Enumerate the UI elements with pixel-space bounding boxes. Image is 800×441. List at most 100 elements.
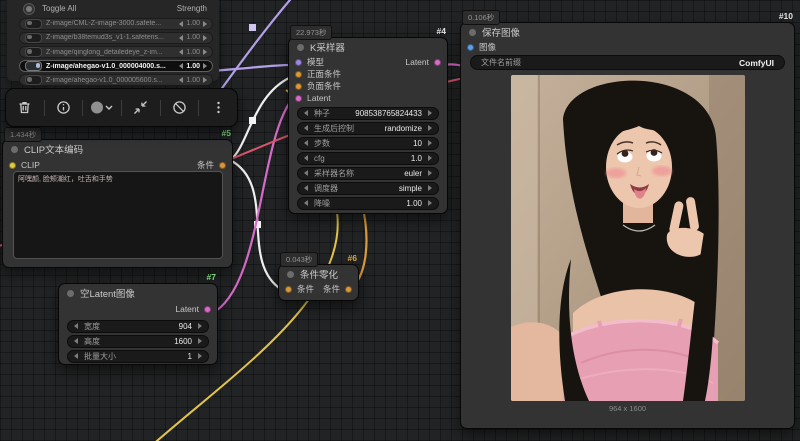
denoise-widget[interactable]: 降噪 1.00 [297,197,439,210]
steps-widget[interactable]: 步数 10 [297,137,439,150]
image-size-caption: 964 x 1600 [461,404,794,413]
lora-toggle[interactable] [25,47,42,57]
node-graph-canvas[interactable]: Toggle All Strength Z-image/CML-Z-image-… [0,0,800,441]
timer-badge: 0.043秒 [280,252,318,267]
strength-increment-icon[interactable] [203,21,207,27]
widget-value: 1600 [174,337,192,346]
wire-positive-cond [230,77,291,160]
widget-label: 生成后控制 [314,123,354,134]
node-title: K采样器 [310,40,345,54]
node-title-bar[interactable]: 条件零化 [279,265,358,283]
lora-row[interactable]: Z-image/CML-Z-image-3000.safete... 1.00 [19,18,213,31]
widget-label: 步数 [314,138,330,149]
node-clip-text-encode[interactable]: 1.434秒 #5 CLIP文本编码 CLIP 条件 阿嘿颜, 脸颊潮红，吐舌和… [2,139,233,268]
node-title: 保存图像 [482,25,520,39]
strength-header: Strength [177,4,207,13]
selection-toolbar[interactable] [5,88,238,127]
color-circle-icon[interactable] [89,95,115,121]
seed-widget[interactable]: 种子 908538765824433 [297,107,439,120]
collapse-dot-icon[interactable] [11,146,18,153]
prompt-textarea[interactable]: 阿嘿颜, 脸颊潮红，吐舌和手势 [13,171,223,259]
latent-output-slot[interactable] [434,59,441,66]
widget-label: 种子 [314,108,330,119]
wire-to-cond-zero [230,160,282,290]
cond-output-slot[interactable] [345,286,352,293]
wire-dot-zero [254,221,261,228]
collapse-dot-icon[interactable] [287,271,294,278]
node-ksampler[interactable]: 22.973秒 #4 K采样器 模型 Latent 正面条件 负面条件 Late… [288,37,448,214]
width-widget[interactable]: 宽度 904 [67,320,209,333]
widget-value: randomize [385,124,422,133]
cond-input-slot[interactable] [285,286,292,293]
node-title-bar[interactable]: 保存图像 [461,23,794,41]
strength-decrement-icon[interactable] [179,49,183,55]
cfg-widget[interactable]: cfg 1.0 [297,152,439,165]
widget-value: 908538765824433 [355,109,422,118]
strength-decrement-icon[interactable] [179,35,183,41]
strength-decrement-icon[interactable] [179,77,183,83]
toggle-all-switch[interactable] [23,3,35,15]
cond-output-slot[interactable] [219,162,226,169]
negative-input-slot[interactable] [295,83,302,90]
widget-value: ComfyUI [739,58,774,68]
filename-prefix-widget[interactable]: 文件名前缀 ComfyUI [470,55,785,70]
batch-size-widget[interactable]: 批量大小 1 [67,350,209,363]
node-title-bar[interactable]: K采样器 [289,38,447,56]
node-id-badge: #6 [348,253,357,263]
toolbar-divider [198,100,199,116]
image-input-slot[interactable] [467,44,474,51]
strength-increment-icon[interactable] [203,63,207,69]
toolbar-divider [160,100,161,116]
strength-increment-icon[interactable] [203,49,207,55]
collapse-dot-icon[interactable] [469,29,476,36]
strength-decrement-icon[interactable] [179,21,183,27]
bypass-icon[interactable] [166,95,192,121]
latent-output-slot[interactable] [204,306,211,313]
lora-strength[interactable]: 1.00 [186,77,200,84]
lora-label: Z-image/qinglong_detailedeye_z-im... [46,49,175,56]
lora-row[interactable]: Z-image/qinglong_detailedeye_z-im... 1.0… [19,46,213,59]
widget-value: 1 [188,352,192,361]
lora-label: Z-image/CML-Z-image-3000.safete... [46,20,175,27]
lora-toggle[interactable] [25,61,42,71]
lora-strength[interactable]: 1.00 [186,20,200,27]
collapse-icon[interactable] [128,95,154,121]
node-title: 空Latent图像 [80,286,135,300]
height-widget[interactable]: 高度 1600 [67,335,209,348]
lora-row[interactable]: Z-image/ahegao-v1.0_000005600.s... 1.00 [19,74,213,87]
lora-toggle[interactable] [25,19,42,29]
node-title: CLIP文本编码 [24,142,83,156]
sampler-name-widget[interactable]: 采样器名称 euler [297,167,439,180]
info-icon[interactable] [50,95,76,121]
clip-input-slot[interactable] [9,162,16,169]
node-conditioning-zero-out[interactable]: 0.043秒 #6 条件零化 条件 条件 [278,264,359,301]
control-after-generate-widget[interactable]: 生成后控制 randomize [297,122,439,135]
more-vertical-icon[interactable] [205,95,231,121]
lora-row-active[interactable]: Z-image/ahegao-v1.0_000004000.s... 1.00 [19,60,213,73]
image-input-label: 图像 [479,41,496,53]
lora-toggle[interactable] [25,75,42,85]
strength-increment-icon[interactable] [203,77,207,83]
lora-strength[interactable]: 1.00 [186,34,200,41]
node-title-bar[interactable]: CLIP文本编码 [3,140,232,158]
strength-decrement-icon[interactable] [179,63,183,69]
strength-increment-icon[interactable] [203,35,207,41]
model-input-slot[interactable] [295,59,302,66]
power-lora-loader-panel[interactable]: Toggle All Strength Z-image/CML-Z-image-… [7,0,219,81]
latent-input-slot[interactable] [295,95,302,102]
lora-strength[interactable]: 1.00 [186,49,200,56]
node-empty-latent-image[interactable]: #7 空Latent图像 Latent 宽度 904 高度 1600 批量大小 … [58,283,218,365]
node-title-bar[interactable]: 空Latent图像 [59,284,217,302]
widget-value: euler [404,169,422,178]
lora-strength[interactable]: 1.00 [186,63,200,70]
scheduler-widget[interactable]: 调度器 simple [297,182,439,195]
node-save-image[interactable]: 0.106秒 #10 保存图像 图像 文件名前缀 ComfyUI [460,22,795,429]
collapse-dot-icon[interactable] [297,44,304,51]
lora-row[interactable]: Z-image/b38temud3s_v1-1.safetens... 1.00 [19,32,213,45]
collapse-dot-icon[interactable] [67,290,74,297]
lora-toggle[interactable] [25,33,42,43]
positive-input-slot[interactable] [295,71,302,78]
widget-label: 文件名前缀 [481,57,521,68]
toolbar-divider [44,100,45,116]
trash-icon[interactable] [12,95,38,121]
